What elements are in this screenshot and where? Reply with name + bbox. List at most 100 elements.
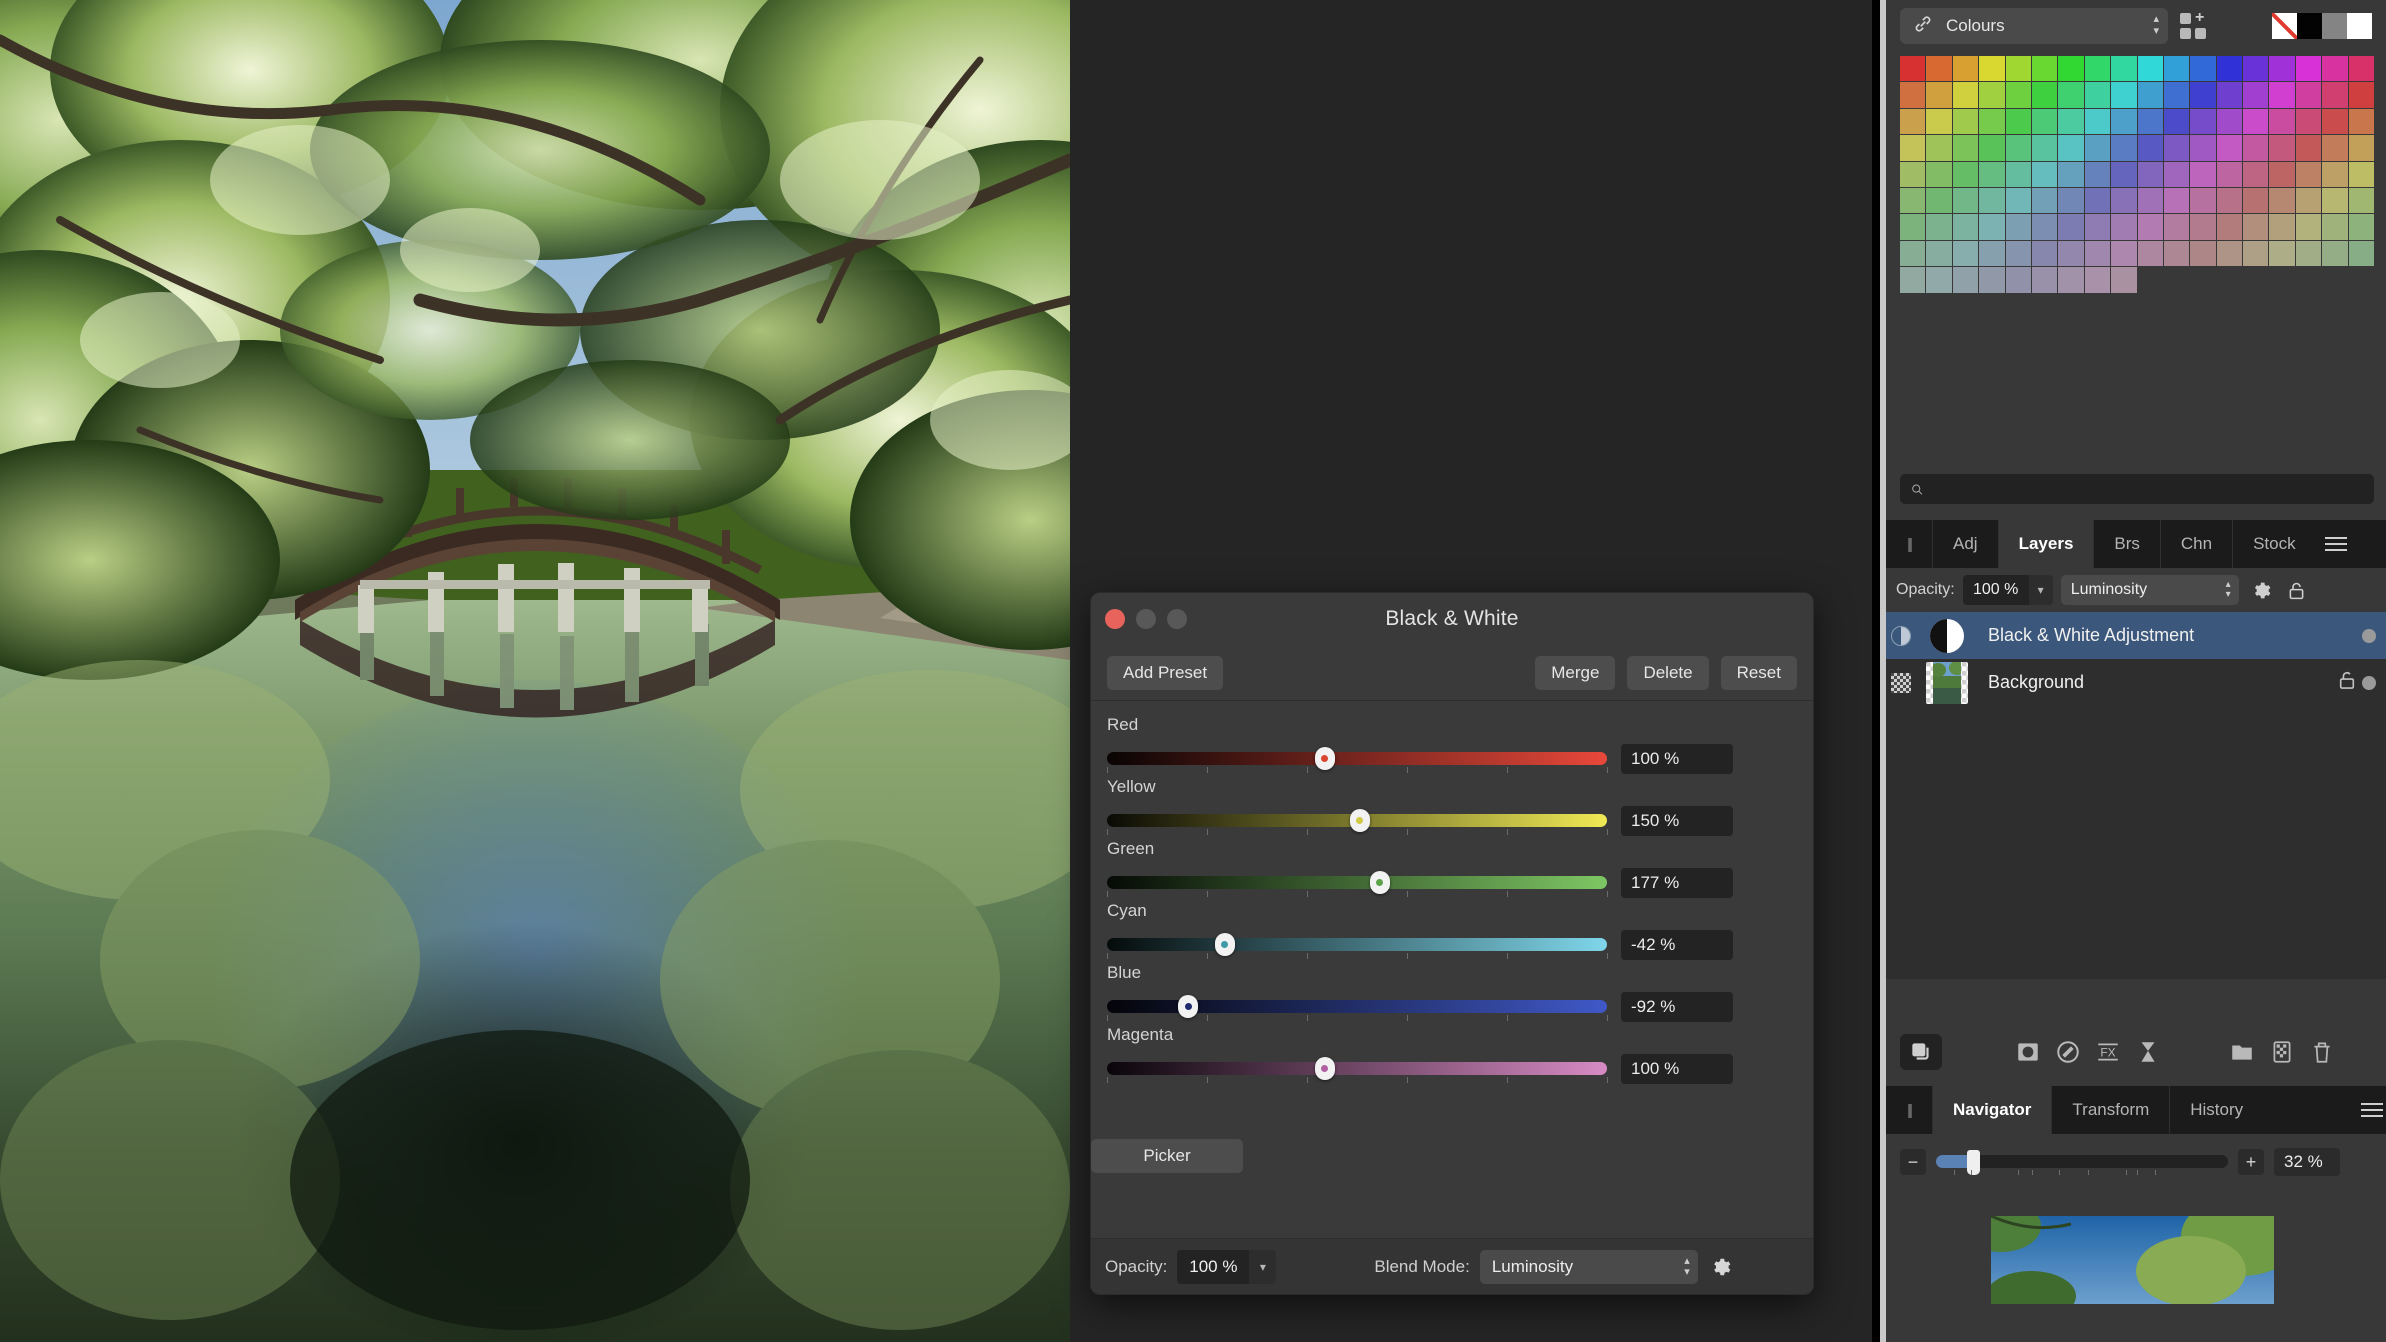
colour-swatch[interactable]	[2217, 162, 2242, 187]
zoom-out-button[interactable]: −	[1900, 1149, 1926, 1175]
zoom-icon[interactable]	[1167, 609, 1187, 629]
colour-swatch[interactable]	[2164, 56, 2189, 81]
colour-swatch[interactable]	[2006, 241, 2031, 266]
new-group-icon[interactable]	[2222, 1034, 2262, 1070]
colour-swatch[interactable]	[2190, 188, 2215, 213]
slider-value-field[interactable]: 100 %	[1621, 1054, 1733, 1084]
slider-green[interactable]	[1107, 870, 1607, 896]
opacity-stepper[interactable]: 100 % ▾	[1177, 1250, 1276, 1284]
colour-swatch[interactable]	[2190, 109, 2215, 134]
slider-value-field[interactable]: -42 %	[1621, 930, 1733, 960]
slider-knob[interactable]	[1370, 871, 1390, 894]
dialog-titlebar[interactable]: Black & White	[1091, 593, 1813, 645]
colour-swatch[interactable]	[1926, 135, 1951, 160]
colour-swatch[interactable]	[2111, 241, 2136, 266]
layer-opacity-stepper[interactable]: 100 % ▾	[1963, 575, 2053, 605]
colour-swatch[interactable]	[1900, 135, 1925, 160]
adjustment-icon[interactable]	[2048, 1034, 2088, 1070]
colour-swatch[interactable]	[1953, 214, 1978, 239]
colour-swatch[interactable]	[2032, 241, 2057, 266]
tab-layers[interactable]: Layers	[1998, 520, 2094, 568]
colour-swatch[interactable]	[2349, 109, 2374, 134]
colour-swatch[interactable]	[2243, 56, 2268, 81]
table-row[interactable]: Black & White Adjustment	[1886, 612, 2386, 659]
colour-swatch[interactable]	[2269, 135, 2294, 160]
colour-swatch[interactable]	[2322, 241, 2347, 266]
colour-swatch[interactable]	[1953, 267, 1978, 292]
slider-red[interactable]	[1107, 746, 1607, 772]
colour-swatch[interactable]	[2111, 135, 2136, 160]
colour-swatch[interactable]	[1900, 188, 1925, 213]
colour-swatch[interactable]	[2217, 214, 2242, 239]
colour-swatch[interactable]	[1926, 188, 1951, 213]
colour-swatch[interactable]	[2269, 214, 2294, 239]
colour-swatch[interactable]	[1953, 188, 1978, 213]
colour-swatch[interactable]	[2138, 214, 2163, 239]
colour-swatch[interactable]	[2296, 82, 2321, 107]
colour-swatch[interactable]	[2349, 56, 2374, 81]
lock-icon[interactable]	[2338, 669, 2356, 696]
colour-swatch[interactable]	[2006, 214, 2031, 239]
new-pixel-layer-icon[interactable]	[2262, 1034, 2302, 1070]
colour-swatch[interactable]	[1900, 109, 1925, 134]
tab-transform[interactable]: Transform	[2051, 1086, 2169, 1134]
colour-swatch[interactable]	[2058, 214, 2083, 239]
colour-swatch[interactable]	[2322, 214, 2347, 239]
slider-knob[interactable]	[1350, 809, 1370, 832]
delete-layer-icon[interactable]	[2302, 1034, 2342, 1070]
colour-swatch[interactable]	[1953, 135, 1978, 160]
colour-swatch[interactable]	[1979, 109, 2004, 134]
colour-swatch[interactable]	[2085, 162, 2110, 187]
colour-swatch[interactable]	[2322, 56, 2347, 81]
colour-swatch[interactable]	[2296, 214, 2321, 239]
layer-settings-gear-icon[interactable]	[2247, 576, 2275, 604]
layers-list[interactable]: Black & White Adjustment	[1886, 612, 2386, 979]
colour-chip-2[interactable]	[2322, 13, 2347, 39]
colour-swatch[interactable]	[2296, 241, 2321, 266]
colour-swatch[interactable]	[2164, 241, 2189, 266]
colour-swatch[interactable]	[1979, 267, 2004, 292]
colour-swatch[interactable]	[1900, 267, 1925, 292]
colour-swatch[interactable]	[2006, 188, 2031, 213]
colour-swatch[interactable]	[2111, 82, 2136, 107]
chevron-down-icon[interactable]: ▾	[1249, 1250, 1276, 1284]
slider-knob[interactable]	[1215, 933, 1235, 956]
window-controls[interactable]	[1091, 609, 1187, 629]
colour-swatch[interactable]	[2190, 214, 2215, 239]
delete-button[interactable]: Delete	[1627, 656, 1708, 690]
opacity-value[interactable]: 100 %	[1177, 1250, 1249, 1284]
colour-swatch[interactable]	[2322, 162, 2347, 187]
colour-swatch[interactable]	[2111, 56, 2136, 81]
colour-swatch[interactable]	[2058, 188, 2083, 213]
colour-swatch[interactable]	[2190, 56, 2215, 81]
panel-menu-icon[interactable]	[2316, 520, 2356, 568]
reset-button[interactable]: Reset	[1721, 656, 1797, 690]
colour-swatch[interactable]	[2111, 214, 2136, 239]
colour-swatch[interactable]	[2217, 56, 2242, 81]
colour-swatch[interactable]	[2058, 56, 2083, 81]
colour-swatch[interactable]	[2006, 267, 2031, 292]
colour-swatch[interactable]	[1979, 188, 2004, 213]
colour-swatch[interactable]	[2349, 188, 2374, 213]
mask-icon[interactable]	[2008, 1034, 2048, 1070]
colour-swatch[interactable]	[2322, 109, 2347, 134]
colour-swatch[interactable]	[2296, 162, 2321, 187]
panel-grip-icon[interactable]: ||	[1886, 1086, 1932, 1134]
colour-swatch[interactable]	[2111, 188, 2136, 213]
current-colours[interactable]	[2272, 13, 2372, 39]
colour-swatch[interactable]	[2058, 162, 2083, 187]
colour-swatch[interactable]	[2296, 56, 2321, 81]
zoom-in-button[interactable]: +	[2238, 1149, 2264, 1175]
colour-swatch[interactable]	[2164, 162, 2189, 187]
colour-swatch[interactable]	[2349, 214, 2374, 239]
minimise-icon[interactable]	[1136, 609, 1156, 629]
colour-swatch[interactable]	[1900, 214, 1925, 239]
colour-swatch[interactable]	[2269, 56, 2294, 81]
colour-swatch[interactable]	[2032, 214, 2057, 239]
colour-swatch[interactable]	[2138, 135, 2163, 160]
colour-chip-0[interactable]	[2272, 13, 2297, 39]
colour-swatch[interactable]	[2190, 241, 2215, 266]
colour-swatch[interactable]	[2085, 135, 2110, 160]
colour-swatch[interactable]	[2032, 82, 2057, 107]
colour-swatch[interactable]	[2243, 241, 2268, 266]
